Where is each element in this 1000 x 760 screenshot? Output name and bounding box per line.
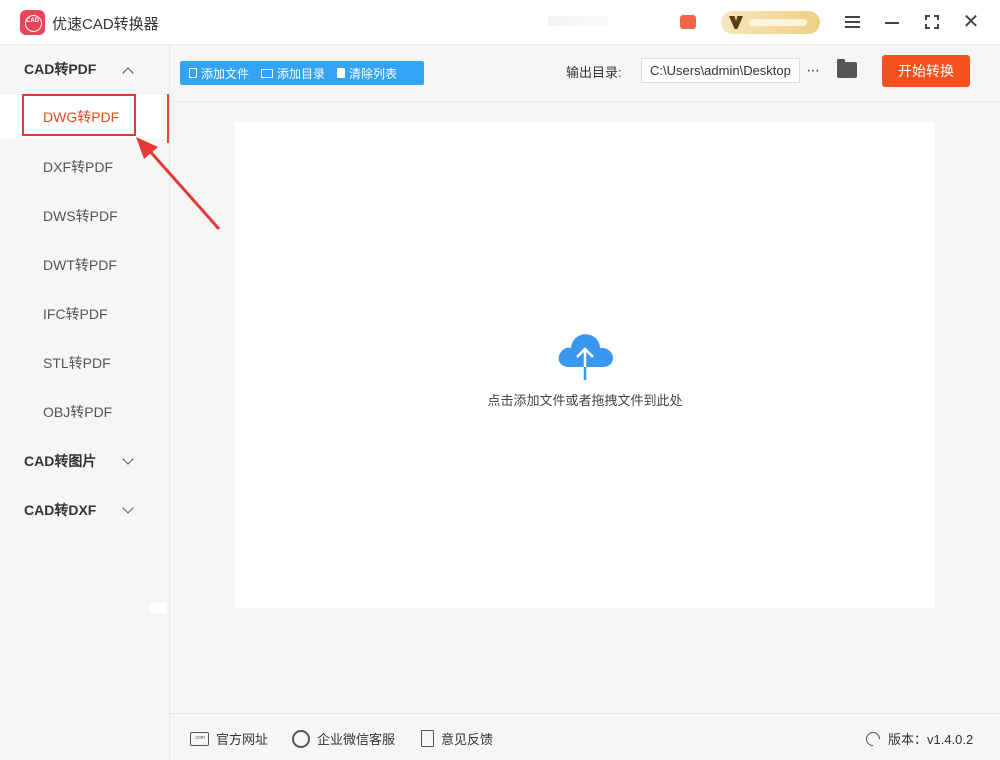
sidebar-group-cad-to-dxf[interactable]: CAD转DXF <box>0 490 168 530</box>
sidebar-item-label: DXF转PDF <box>43 159 113 175</box>
version-info[interactable]: 版本：v1.4.0.2 <box>863 728 974 749</box>
add-file-button[interactable]: 添加文件 <box>189 65 249 82</box>
clear-list-label: 清除列表 <box>349 66 398 81</box>
minimize-icon[interactable] <box>878 8 906 36</box>
add-file-label: 添加文件 <box>201 66 250 81</box>
feedback-label: 意见反馈 <box>441 732 494 747</box>
notification-icon[interactable] <box>680 15 696 29</box>
sidebar-marker <box>150 603 166 613</box>
close-icon[interactable]: ✕ <box>957 8 985 36</box>
annotation-arrow-icon <box>136 137 221 230</box>
app-logo-icon: CAD <box>20 10 45 35</box>
file-icon <box>189 68 197 78</box>
sidebar-item-label: STL转PDF <box>43 355 111 371</box>
sidebar-item-stl-to-pdf[interactable]: STL转PDF <box>0 341 168 385</box>
app-logo-text: CAD <box>26 18 39 24</box>
refresh-icon <box>863 728 883 749</box>
sidebar-item-dwg-to-pdf[interactable]: DWG转PDF <box>0 95 168 139</box>
sidebar-group-cad-to-pdf[interactable]: CAD转PDF <box>0 49 168 89</box>
feedback-icon <box>421 730 434 747</box>
website-label: 官方网址 <box>216 732 269 747</box>
cloud-upload-icon <box>558 334 613 380</box>
output-dir-input[interactable] <box>641 58 800 83</box>
maximize-icon[interactable] <box>918 8 946 36</box>
folder-icon <box>261 68 274 78</box>
sidebar-item-label: IFC转PDF <box>43 306 108 322</box>
output-dir-label: 输出目录: <box>566 65 622 80</box>
app-title: 优速CAD转换器 <box>52 16 159 33</box>
chevron-down-icon <box>122 453 134 465</box>
wechat-icon <box>292 729 310 748</box>
more-options-button[interactable]: ··· <box>806 62 820 80</box>
sidebar-item-label: DWS转PDF <box>43 208 118 224</box>
sidebar-item-obj-to-pdf[interactable]: OBJ转PDF <box>0 390 168 434</box>
trash-icon <box>337 68 346 78</box>
sidebar-item-label: DWT转PDF <box>43 257 117 273</box>
sidebar-item-label: DWG转PDF <box>43 109 120 125</box>
vip-badge-button[interactable] <box>721 11 820 34</box>
chevron-down-icon <box>122 502 134 514</box>
website-link[interactable]: .com 官方网址 <box>190 729 268 748</box>
wechat-service-link[interactable]: 企业微信客服 <box>292 729 395 748</box>
sidebar-group-cad-to-image[interactable]: CAD转图片 <box>0 441 168 481</box>
sidebar-group-label: CAD转DXF <box>24 502 97 518</box>
feedback-link[interactable]: 意见反馈 <box>421 729 493 748</box>
divider <box>170 101 1000 102</box>
sidebar-group-label: CAD转图片 <box>24 453 97 469</box>
divider <box>170 713 1000 714</box>
menu-icon[interactable] <box>838 8 866 36</box>
sidebar-group-label: CAD转PDF <box>24 61 97 77</box>
add-folder-label: 添加目录 <box>277 66 326 81</box>
folder-open-icon[interactable] <box>837 59 857 78</box>
add-folder-button[interactable]: 添加目录 <box>261 65 325 82</box>
sidebar-item-label: OBJ转PDF <box>43 404 113 420</box>
version-label: 版本：v1.4.0.2 <box>888 732 974 747</box>
sidebar-item-dwt-to-pdf[interactable]: DWT转PDF <box>0 243 168 287</box>
drop-hint-text: 点击添加文件或者拖拽文件到此处 <box>487 393 683 408</box>
redacted-area <box>548 16 608 26</box>
clear-list-button[interactable]: 清除列表 <box>337 65 397 82</box>
title-bar: CAD 优速CAD转换器 ✕ <box>0 0 1000 45</box>
sidebar-item-ifc-to-pdf[interactable]: IFC转PDF <box>0 292 168 336</box>
chevron-up-icon <box>122 67 134 79</box>
start-convert-button[interactable]: 开始转换 <box>882 55 970 87</box>
website-icon: .com <box>190 731 209 746</box>
file-toolbar: 添加文件 添加目录 清除列表 <box>180 61 424 85</box>
wechat-service-label: 企业微信客服 <box>317 732 396 747</box>
